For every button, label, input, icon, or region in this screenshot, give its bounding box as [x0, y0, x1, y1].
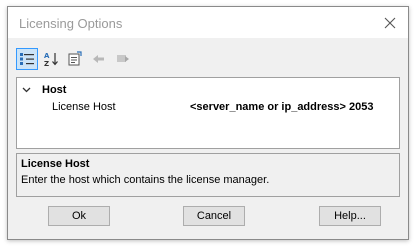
- help-pane: License Host Enter the host which contai…: [16, 153, 400, 197]
- property-grid: Host License Host <server_name or ip_add…: [16, 77, 400, 149]
- property-value-field[interactable]: <server_name or ip_address> 2053: [187, 101, 373, 113]
- close-icon[interactable]: [372, 7, 408, 38]
- sort-alphabetical-icon[interactable]: A Z: [40, 48, 62, 70]
- svg-text:Z: Z: [44, 60, 49, 67]
- ok-button[interactable]: Ok: [48, 206, 110, 226]
- property-toolbar: A Z: [16, 48, 134, 70]
- help-button[interactable]: Help...: [319, 206, 381, 226]
- licensing-options-dialog: Licensing Options A Z Host License Host …: [7, 6, 409, 240]
- dialog-title: Licensing Options: [19, 16, 123, 31]
- property-pages-icon[interactable]: [64, 48, 86, 70]
- chevron-down-icon[interactable]: [22, 87, 38, 93]
- back-arrow-icon[interactable]: [88, 48, 110, 70]
- help-title: License Host: [21, 158, 90, 170]
- category-label: Host: [42, 84, 67, 96]
- help-description: Enter the host which contains the licens…: [21, 174, 270, 186]
- categorized-view-icon[interactable]: [16, 48, 38, 70]
- property-row-license-host[interactable]: License Host <server_name or ip_address>…: [17, 98, 399, 115]
- forward-arrow-icon[interactable]: [112, 48, 134, 70]
- svg-text:A: A: [44, 52, 50, 60]
- property-name: License Host: [52, 100, 116, 113]
- category-host[interactable]: Host: [17, 82, 399, 98]
- cancel-button[interactable]: Cancel: [183, 206, 245, 226]
- title-bar[interactable]: Licensing Options: [8, 7, 408, 38]
